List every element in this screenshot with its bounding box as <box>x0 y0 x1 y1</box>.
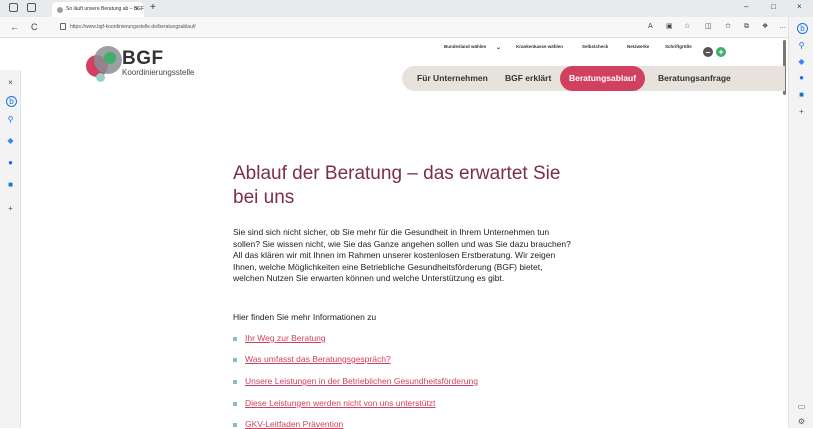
left-sidebar: × b ⚲ ◆ ● ■ + <box>0 70 21 428</box>
profile-icon[interactable] <box>9 3 18 12</box>
reload-button[interactable]: C <box>31 21 38 33</box>
netzwerke-link[interactable]: Netzwerke <box>627 44 649 49</box>
link-unsere-leistungen[interactable]: Unsere Leistungen in der Betrieblichen G… <box>233 376 478 386</box>
right-sidebar: b ⚲ ◆ ● ■ + ▭ ⚙ <box>788 17 813 428</box>
nav-fuer-unternehmen[interactable]: Für Unternehmen <box>417 66 488 91</box>
close-window-button[interactable]: × <box>797 2 802 11</box>
brand-name[interactable]: BGF <box>122 48 164 70</box>
browser-tab[interactable]: So läuft unsere Beratung ab – BGF × <box>52 2 144 17</box>
nav-beratungsanfrage[interactable]: Beratungsanfrage <box>658 66 731 91</box>
logo-circle-teal <box>96 73 105 82</box>
bullet-icon <box>233 422 237 427</box>
favicon-icon <box>57 7 63 13</box>
search-icon[interactable]: ⚲ <box>797 41 806 50</box>
bullet-icon <box>233 401 237 406</box>
font-size-label: Schriftgröße <box>665 44 692 49</box>
chevron-down-icon[interactable]: ⌄ <box>496 44 501 51</box>
close-sidebar-icon[interactable]: × <box>6 78 15 87</box>
add-sidebar-icon[interactable]: + <box>6 204 15 213</box>
minimize-button[interactable]: – <box>744 2 748 11</box>
brand-subtitle: Koordinierungsstelle <box>122 68 195 77</box>
selbstcheck-link[interactable]: Selbstcheck <box>582 44 608 49</box>
nav-bgf-erklaert[interactable]: BGF erklärt <box>505 66 551 91</box>
link-beratungsgespraech[interactable]: Was umfasst das Beratungsgespräch? <box>233 354 391 364</box>
logo-circle-green <box>104 52 116 64</box>
app-icon[interactable]: ▣ <box>666 21 673 33</box>
font-decrease-button[interactable]: – <box>703 47 713 57</box>
add-icon[interactable]: + <box>797 107 806 116</box>
intro-paragraph: Sie sind sich nicht sicher, ob Sie mehr … <box>233 227 571 283</box>
tab-close-button[interactable]: × <box>135 2 139 17</box>
main-navigation: Für Unternehmen BGF erklärt Beratungsabl… <box>402 66 785 91</box>
maximize-button[interactable]: □ <box>771 2 776 11</box>
bing-icon[interactable]: b <box>6 96 17 107</box>
link-nicht-unterstuetzt[interactable]: Diese Leistungen werden nicht von uns un… <box>233 398 435 408</box>
copilot-icon[interactable]: ● <box>797 73 806 82</box>
outlook-icon[interactable]: ■ <box>6 180 15 189</box>
url-text: https://www.bgf-koordinierungsstelle.de/… <box>70 24 196 30</box>
url-field[interactable]: https://www.bgf-koordinierungsstelle.de/… <box>60 20 640 34</box>
more-icon[interactable]: … <box>779 21 786 33</box>
favorite-star-icon[interactable]: ☆ <box>684 21 690 33</box>
page-title: Ablauf der Beratung – das erwartet Sie b… <box>233 163 561 208</box>
bullet-icon <box>233 379 237 384</box>
lock-icon <box>60 23 66 31</box>
address-bar-row: ← C https://www.bgf-koordinierungsstelle… <box>0 17 813 38</box>
krankenkasse-link[interactable]: Krankenkasse wählen <box>516 44 563 49</box>
bing-chat-icon[interactable]: b <box>797 23 808 34</box>
tag-icon[interactable]: ◆ <box>797 57 806 66</box>
font-increase-button[interactable]: + <box>716 47 726 57</box>
new-tab-button[interactable]: + <box>150 1 156 15</box>
read-aloud-icon[interactable]: A <box>648 21 653 33</box>
more-info-text: Hier finden Sie mehr Informationen zu <box>233 312 377 322</box>
extensions-icon[interactable]: ❖ <box>762 21 768 33</box>
back-button[interactable]: ← <box>10 21 19 33</box>
bundesland-select[interactable]: Bundesland wählen <box>444 44 486 49</box>
tab-bar: So läuft unsere Beratung ab – BGF × + – … <box>0 0 813 17</box>
favorites-icon[interactable]: ✩ <box>725 21 731 33</box>
tag-icon[interactable]: ◆ <box>6 136 15 145</box>
nav-beratungsablauf[interactable]: Beratungsablauf <box>560 66 646 91</box>
layout-icon[interactable]: ▭ <box>797 402 806 411</box>
tab-title: So läuft unsere Beratung ab – BGF <box>66 6 145 12</box>
link-weg-zur-beratung[interactable]: Ihr Weg zur Beratung <box>233 333 326 343</box>
workspaces-icon[interactable] <box>27 3 36 12</box>
collections-icon[interactable]: ⧉ <box>744 21 749 33</box>
split-screen-icon[interactable]: ◫ <box>705 21 712 33</box>
copilot-icon[interactable]: ● <box>6 158 15 167</box>
bullet-icon <box>233 357 237 362</box>
outlook-icon[interactable]: ■ <box>797 90 806 99</box>
search-icon[interactable]: ⚲ <box>6 115 15 124</box>
bullet-icon <box>233 336 237 341</box>
settings-icon[interactable]: ⚙ <box>797 417 806 426</box>
